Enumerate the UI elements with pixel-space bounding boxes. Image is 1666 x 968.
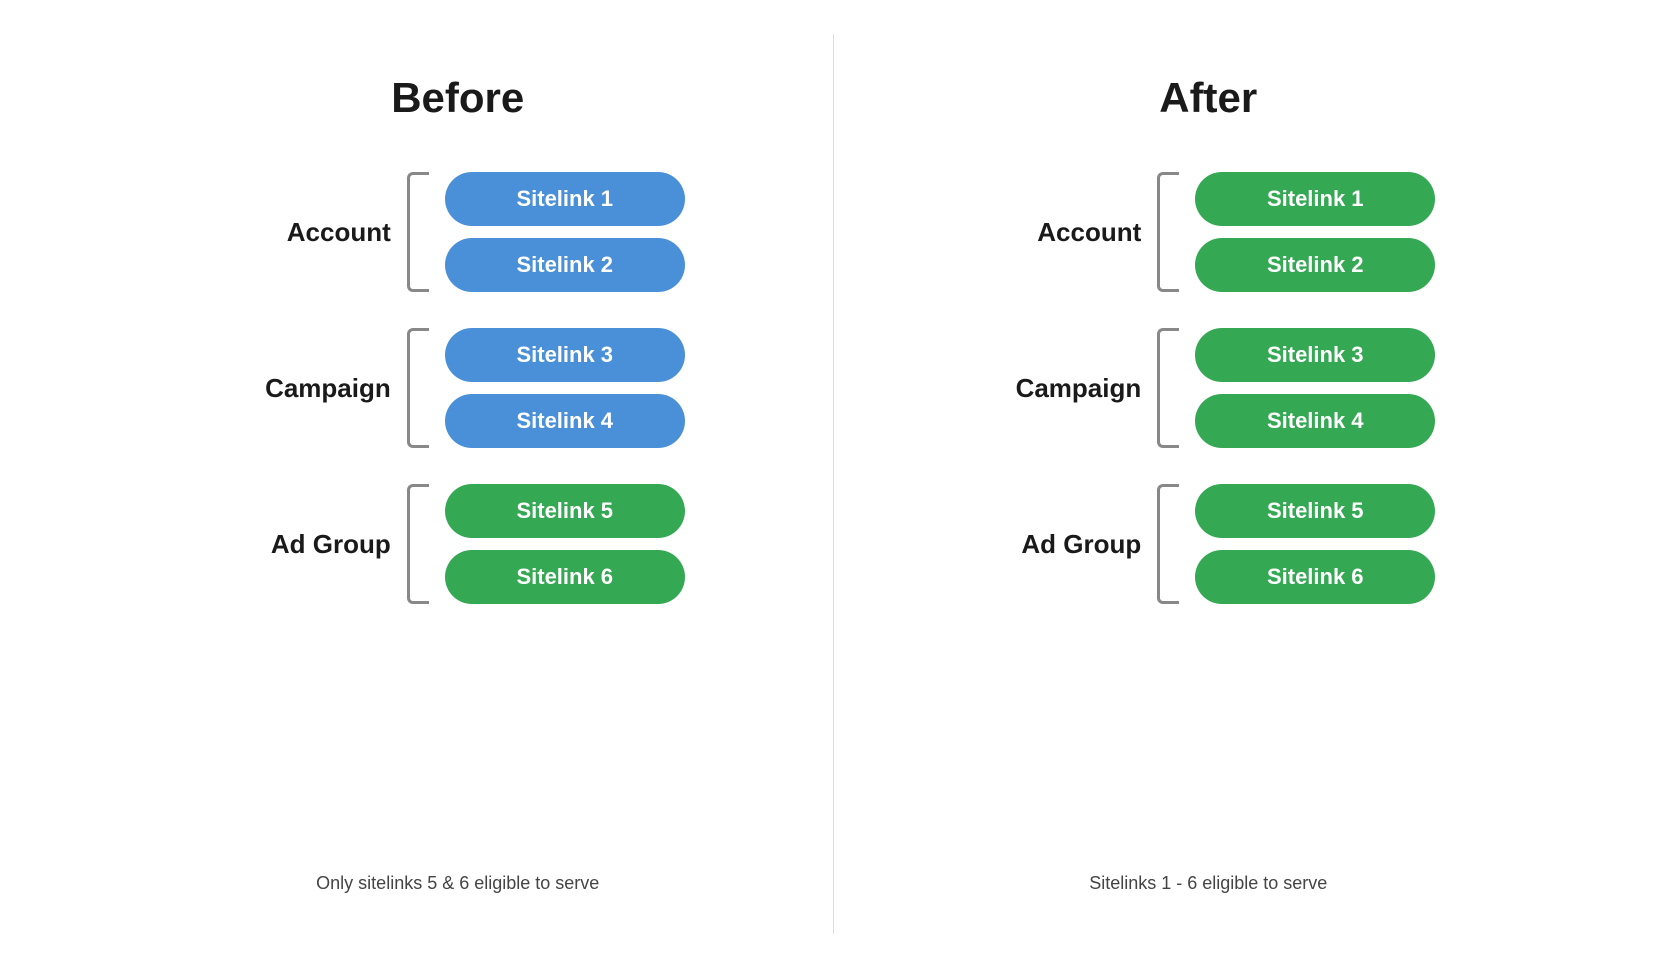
level-label: Campaign bbox=[231, 373, 391, 404]
bracket-container bbox=[1157, 484, 1179, 604]
after-panel: After Account Sitelink 1 Sitelink 2 Campaig… bbox=[834, 34, 1584, 934]
bracket bbox=[407, 172, 429, 292]
level-row: Campaign Sitelink 3 Sitelink 4 bbox=[894, 328, 1524, 448]
bracket-container bbox=[1157, 328, 1179, 448]
sitelink-pill: Sitelink 1 bbox=[445, 172, 685, 226]
level-row: Ad Group Sitelink 5 Sitelink 6 bbox=[894, 484, 1524, 604]
sitelink-pill: Sitelink 2 bbox=[1195, 238, 1435, 292]
before-footnote: Only sitelinks 5 & 6 eligible to serve bbox=[316, 849, 599, 894]
bracket-container bbox=[407, 484, 429, 604]
sitelink-pill: Sitelink 4 bbox=[1195, 394, 1435, 448]
sitelinks-col: Sitelink 3 Sitelink 4 bbox=[445, 328, 685, 448]
sitelink-pill: Sitelink 5 bbox=[445, 484, 685, 538]
sitelinks-col: Sitelink 3 Sitelink 4 bbox=[1195, 328, 1435, 448]
bracket bbox=[407, 484, 429, 604]
bracket-container bbox=[407, 172, 429, 292]
sitelink-pill: Sitelink 6 bbox=[445, 550, 685, 604]
sitelink-pill: Sitelink 4 bbox=[445, 394, 685, 448]
bracket bbox=[1157, 484, 1179, 604]
bracket bbox=[1157, 172, 1179, 292]
level-row: Account Sitelink 1 Sitelink 2 bbox=[143, 172, 773, 292]
sitelink-pill: Sitelink 2 bbox=[445, 238, 685, 292]
level-row: Account Sitelink 1 Sitelink 2 bbox=[894, 172, 1524, 292]
sitelinks-col: Sitelink 5 Sitelink 6 bbox=[1195, 484, 1435, 604]
bracket bbox=[1157, 328, 1179, 448]
bracket-container bbox=[1157, 172, 1179, 292]
sitelinks-col: Sitelink 1 Sitelink 2 bbox=[445, 172, 685, 292]
sitelinks-col: Sitelink 5 Sitelink 6 bbox=[445, 484, 685, 604]
sitelink-pill: Sitelink 1 bbox=[1195, 172, 1435, 226]
after-diagram: Account Sitelink 1 Sitelink 2 Campaign Sitel… bbox=[894, 172, 1524, 849]
main-container: Before Account Sitelink 1 Sitelink 2 Campai… bbox=[83, 34, 1583, 934]
before-title: Before bbox=[391, 74, 524, 122]
level-row: Ad Group Sitelink 5 Sitelink 6 bbox=[143, 484, 773, 604]
bracket bbox=[407, 328, 429, 448]
level-label: Account bbox=[231, 217, 391, 248]
bracket-container bbox=[407, 328, 429, 448]
sitelink-pill: Sitelink 5 bbox=[1195, 484, 1435, 538]
sitelink-pill: Sitelink 3 bbox=[1195, 328, 1435, 382]
level-row: Campaign Sitelink 3 Sitelink 4 bbox=[143, 328, 773, 448]
before-panel: Before Account Sitelink 1 Sitelink 2 Campai… bbox=[83, 34, 834, 934]
level-label: Ad Group bbox=[231, 529, 391, 560]
sitelink-pill: Sitelink 3 bbox=[445, 328, 685, 382]
sitelink-pill: Sitelink 6 bbox=[1195, 550, 1435, 604]
sitelinks-col: Sitelink 1 Sitelink 2 bbox=[1195, 172, 1435, 292]
level-label: Campaign bbox=[981, 373, 1141, 404]
after-title: After bbox=[1159, 74, 1257, 122]
before-diagram: Account Sitelink 1 Sitelink 2 Campaign Sitel… bbox=[143, 172, 773, 849]
after-footnote: Sitelinks 1 - 6 eligible to serve bbox=[1089, 849, 1327, 894]
level-label: Account bbox=[981, 217, 1141, 248]
level-label: Ad Group bbox=[981, 529, 1141, 560]
